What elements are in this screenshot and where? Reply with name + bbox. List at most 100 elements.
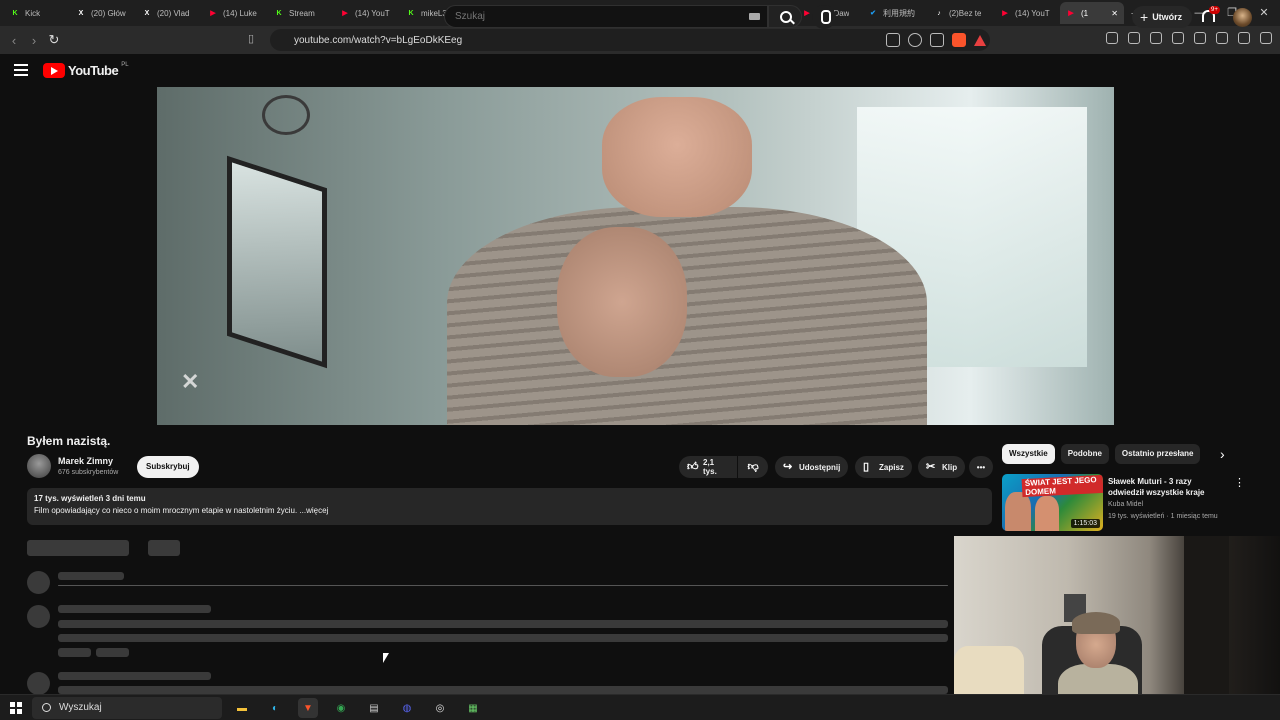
- tab-label: Kick: [25, 8, 41, 18]
- browser-tab[interactable]: X (20) Vlad: [136, 2, 202, 24]
- vpn-icon[interactable]: [1238, 32, 1250, 44]
- clip-label: Klip: [942, 462, 958, 472]
- tab-label: 利用規約: [883, 8, 915, 18]
- tab-label: (14) Luke: [223, 8, 257, 18]
- channel-subscribers: 676 subskrybentów: [58, 469, 119, 476]
- mouse-cursor: [383, 653, 389, 663]
- zoom-icon[interactable]: [908, 33, 922, 47]
- chevron-right-icon[interactable]: ›: [1220, 446, 1225, 462]
- obs-icon[interactable]: ◎: [430, 698, 450, 718]
- voice-search-icon[interactable]: [812, 5, 836, 29]
- brave-rewards-icon[interactable]: [974, 34, 986, 46]
- recommended-video[interactable]: ŚWIAT JEST JEGO DOMEM 1:15:03 Sławek Mut…: [1002, 474, 1245, 532]
- scissors-icon: ✂: [926, 460, 936, 473]
- keyboard-icon[interactable]: [749, 13, 760, 20]
- search-input[interactable]: [444, 5, 768, 28]
- tab-favicon-icon: ✔: [870, 10, 876, 17]
- brave-icon[interactable]: ▼: [298, 698, 318, 718]
- tab-favicon-icon: X: [78, 9, 84, 17]
- tab-label: (20) Głów: [91, 8, 126, 18]
- subscribe-button[interactable]: Subskrybuj: [137, 456, 199, 478]
- browser-tab[interactable]: K Kick: [4, 2, 70, 24]
- chrome-icon[interactable]: ◉: [331, 698, 351, 718]
- recommended-channel[interactable]: Kuba Midel: [1108, 501, 1143, 508]
- close-window-button[interactable]: ✕: [1248, 0, 1280, 26]
- brave-shields-icon[interactable]: [952, 33, 966, 47]
- youtube-logo[interactable]: YouTube PL: [43, 61, 129, 78]
- tab-favicon-icon: K: [276, 9, 282, 17]
- more-icon: •••: [976, 462, 986, 472]
- save-button[interactable]: ▯ Zapisz: [855, 456, 912, 478]
- chip-related[interactable]: Podobne: [1060, 444, 1109, 464]
- channel-name[interactable]: Marek Zimny: [58, 456, 113, 466]
- edge-icon[interactable]: ◐: [265, 698, 285, 718]
- share-page-icon[interactable]: [930, 33, 944, 47]
- tab-label: (14) YouT: [355, 8, 390, 18]
- browser-tab[interactable]: ♪ (2)Bez te: [928, 2, 994, 24]
- chip-all[interactable]: Wszystkie: [1002, 444, 1055, 464]
- media-icon[interactable]: [1150, 32, 1162, 44]
- forward-icon[interactable]: ›: [24, 33, 44, 48]
- browser-tab[interactable]: ▶ (14) YouT: [334, 2, 400, 24]
- close-tab-icon[interactable]: ✕: [1111, 9, 1118, 18]
- tab-favicon-icon: ♪: [937, 9, 941, 17]
- browser-tab[interactable]: ▶ (14) Luke: [202, 2, 268, 24]
- account-avatar[interactable]: [1233, 8, 1252, 27]
- url-text: youtube.com/watch?v=bLgEoDkKEeg: [294, 34, 463, 46]
- video-duration: 1:15:03: [1070, 519, 1100, 528]
- plus-icon: +: [1140, 9, 1149, 25]
- browser-tab[interactable]: X (20) Głów: [70, 2, 136, 24]
- bookmark-icon[interactable]: ▯: [248, 32, 254, 45]
- share-label: Udostępnij: [799, 462, 841, 472]
- tab-favicon-icon: X: [144, 9, 150, 17]
- app-icon[interactable]: ▤: [364, 698, 384, 718]
- dislike-button[interactable]: 👎︎: [738, 456, 768, 478]
- app2-icon[interactable]: ▦: [463, 698, 483, 718]
- browser-menu-icon[interactable]: [1260, 32, 1272, 44]
- discord-icon[interactable]: ◍: [397, 698, 417, 718]
- tab-label: (14) YouT: [1015, 8, 1050, 18]
- extension-icon[interactable]: [1128, 32, 1140, 44]
- extension-icon[interactable]: [1106, 32, 1118, 44]
- share-button[interactable]: ↪ Udostępnij: [775, 456, 849, 478]
- reload-icon[interactable]: ↻: [44, 32, 64, 48]
- search-button[interactable]: [768, 5, 802, 28]
- leo-ai-icon[interactable]: [1216, 32, 1228, 44]
- video-player[interactable]: ✕: [157, 87, 1114, 425]
- windows-start-icon[interactable]: [10, 702, 22, 714]
- video-thumbnail[interactable]: ŚWIAT JEST JEGO DOMEM 1:15:03: [1002, 474, 1103, 531]
- screenshot-icon[interactable]: [886, 33, 900, 47]
- sidebar-toggle-icon[interactable]: [1172, 32, 1184, 44]
- create-button[interactable]: + Utwórz: [1132, 6, 1193, 28]
- notification-badge: 9+: [1209, 6, 1220, 14]
- browser-tab[interactable]: K Stream: [268, 2, 334, 24]
- back-icon[interactable]: ‹: [4, 33, 24, 48]
- tab-favicon-icon: ▶: [1002, 10, 1008, 17]
- wallet-icon[interactable]: [1194, 32, 1206, 44]
- file-explorer-icon[interactable]: ▬: [232, 698, 252, 718]
- windows-taskbar: Wyszukaj ▬ ◐ ▼ ◉ ▤ ◍ ◎ ▦: [0, 694, 1280, 720]
- description-box[interactable]: 17 tys. wyświetleń 3 dni temu Film opowi…: [27, 488, 992, 525]
- chip-recently-uploaded[interactable]: Ostatnio przesłane: [1114, 444, 1201, 464]
- share-icon: ↪: [783, 460, 793, 473]
- browser-tab[interactable]: ▶ (1 ✕: [1060, 2, 1124, 24]
- tab-label: (1: [1081, 8, 1089, 18]
- bookmark-save-icon: ▯: [863, 460, 870, 473]
- clip-button[interactable]: ✂ Klip: [918, 456, 966, 478]
- taskbar-search[interactable]: Wyszukaj: [32, 697, 222, 719]
- hamburger-menu-icon[interactable]: [14, 64, 28, 76]
- thumbnail-text: ŚWIAT JEST JEGO DOMEM: [1021, 474, 1103, 498]
- recommended-title[interactable]: Sławek Muturi - 3 razy odwiedził wszystk…: [1108, 476, 1228, 498]
- kebab-menu-icon[interactable]: ⋮: [1234, 476, 1245, 489]
- browser-tab[interactable]: ▶ (14) YouT: [994, 2, 1060, 24]
- tab-favicon-icon: ▶: [210, 10, 216, 17]
- tab-favicon-icon: ▶: [1068, 10, 1074, 17]
- webcam-overlay: [954, 536, 1280, 720]
- more-actions-button[interactable]: •••: [969, 456, 993, 478]
- channel-avatar[interactable]: [27, 454, 51, 478]
- youtube-play-icon: [43, 63, 65, 78]
- browser-tab[interactable]: ✔ 利用規約: [862, 2, 928, 24]
- country-code: PL: [121, 61, 129, 68]
- url-field[interactable]: youtube.com/watch?v=bLgEoDkKEeg: [270, 29, 990, 51]
- like-button[interactable]: 👍︎ 2,1 tys.: [679, 456, 737, 478]
